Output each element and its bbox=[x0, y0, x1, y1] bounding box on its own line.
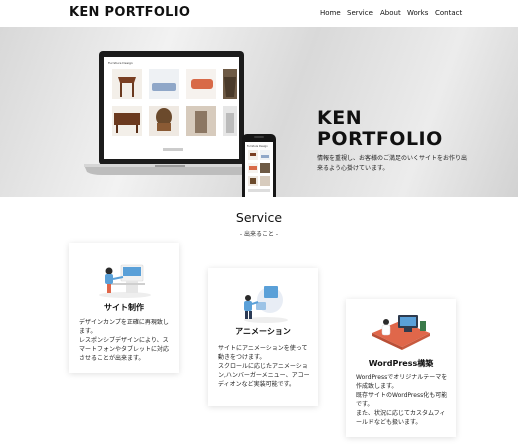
service-card-animation-text: サイトにアニメーションを使って動きをつけます。 スクロールに応じたアニメーション… bbox=[218, 345, 310, 388]
service-card-animation-title: アニメーション bbox=[235, 327, 291, 336]
hero-description: 情報を重視し、お客様のご満足のいくサイトをお作り出来るよう心掛けています。 bbox=[317, 155, 468, 172]
nav-contact[interactable]: Contact bbox=[435, 9, 462, 17]
svg-text:Furniture Design: Furniture Design bbox=[247, 144, 268, 148]
nav-about[interactable]: About bbox=[380, 9, 401, 17]
animation-icon bbox=[244, 286, 288, 323]
service-title: Service bbox=[235, 210, 283, 225]
hero-title: KEN PORTFOLIO bbox=[317, 108, 443, 150]
svg-text:Furniture Design: Furniture Design bbox=[108, 61, 133, 65]
hero-title-line1: KEN bbox=[317, 107, 363, 129]
device-mockup-image: Furniture Design Furniture Design bbox=[84, 51, 276, 197]
service-card-wordpress: WordPress構築 WordPressでオリジナルテーマを作成致します。 既… bbox=[346, 299, 456, 437]
site-logo[interactable]: KEN PORTFOLIO bbox=[69, 5, 190, 20]
service-card-animation: アニメーション サイトにアニメーションを使って動きをつけます。 スクロールに応じ… bbox=[208, 268, 318, 406]
site-header: KEN PORTFOLIO Home Service About Works C… bbox=[0, 0, 518, 27]
hero-title-line2: PORTFOLIO bbox=[317, 128, 443, 150]
service-card-web-title: サイト制作 bbox=[104, 303, 144, 312]
service-card-wordpress-title: WordPress構築 bbox=[368, 359, 434, 368]
service-card-web: サイト制作 デザインカンプを正確に再現致します。 レスポンシブデザインにより、ス… bbox=[69, 243, 179, 373]
wordpress-icon bbox=[372, 315, 430, 350]
service-card-wordpress-text: WordPressでオリジナルテーマを作成致します。 既存サイトのWordPre… bbox=[356, 374, 448, 426]
web-design-icon bbox=[99, 264, 151, 298]
nav-home[interactable]: Home bbox=[320, 9, 341, 17]
service-card-web-text: デザインカンプを正確に再現致します。 レスポンシブデザインにより、スマートフォン… bbox=[79, 319, 170, 362]
hero-section: Furniture Design Furniture Design KEN PO… bbox=[0, 27, 518, 197]
service-subtitle: - 出来ること - bbox=[239, 231, 279, 238]
nav-service[interactable]: Service bbox=[347, 9, 373, 17]
nav-works[interactable]: Works bbox=[407, 9, 428, 17]
